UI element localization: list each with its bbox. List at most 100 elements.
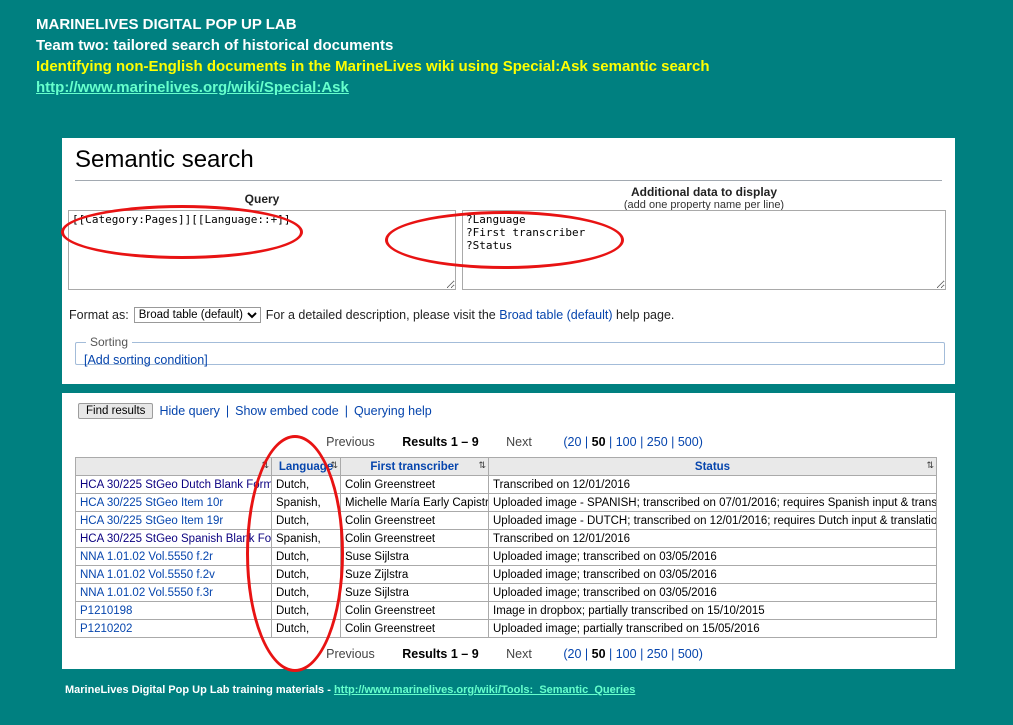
language-cell: Dutch, bbox=[272, 566, 341, 584]
page-link[interactable]: NNA 1.01.02 Vol.5550 f.2v bbox=[80, 569, 215, 581]
table-row: NNA 1.01.02 Vol.5550 f.2v Dutch, Suze Zi… bbox=[76, 566, 937, 584]
add-sorting-condition-link[interactable]: [Add sorting condition] bbox=[84, 353, 208, 367]
query-label: Query bbox=[68, 192, 456, 206]
pagination-top: Previous Results 1 – 9 Next (20 | 50 | 1… bbox=[62, 435, 955, 449]
results-table: ⇅ Language⇅ First transcriber ⇅ Status ⇅ H… bbox=[75, 457, 937, 638]
page-size-link[interactable]: 20 bbox=[568, 435, 582, 449]
sort-icon: ⇅ bbox=[926, 460, 934, 471]
status-cell: Uploaded image; transcribed on 03/05/201… bbox=[489, 584, 937, 602]
results-count: Results 1 – 9 bbox=[402, 435, 478, 449]
page-link[interactable]: HCA 30/225 StGeo Item 10r bbox=[80, 497, 223, 509]
page-link[interactable]: NNA 1.01.02 Vol.5550 f.3r bbox=[80, 587, 213, 599]
footer-text: MarineLives Digital Pop Up Lab training … bbox=[65, 684, 331, 696]
status-cell: Transcribed on 12/01/2016 bbox=[489, 530, 937, 548]
table-row: HCA 30/225 StGeo Item 19r Dutch, Colin G… bbox=[76, 512, 937, 530]
querying-help-link[interactable]: Querying help bbox=[354, 404, 432, 418]
page-cell: NNA 1.01.02 Vol.5550 f.2v bbox=[76, 566, 272, 584]
header-language[interactable]: Language⇅ bbox=[272, 458, 341, 476]
results-count: Results 1 – 9 bbox=[402, 647, 478, 661]
previous-label: Previous bbox=[326, 435, 375, 449]
semantic-search-panel: Semantic search Query Additional data to… bbox=[62, 138, 955, 384]
page-size-link[interactable]: 20 bbox=[568, 647, 582, 661]
footer-link[interactable]: http://www.marinelives.org/wiki/Tools:_S… bbox=[334, 684, 635, 696]
language-cell: Spanish, bbox=[272, 494, 341, 512]
header-first-transcriber[interactable]: First transcriber ⇅ bbox=[341, 458, 489, 476]
sort-icon: ⇅ bbox=[261, 460, 269, 471]
page-link[interactable]: NNA 1.01.02 Vol.5550 f.2r bbox=[80, 551, 213, 563]
additional-data-textarea[interactable]: ?Language ?First transcriber ?Status bbox=[462, 210, 946, 290]
transcriber-cell: Colin Greenstreet bbox=[341, 530, 489, 548]
page-size-link[interactable]: 250 bbox=[647, 435, 668, 449]
header-language-label: Language bbox=[279, 461, 333, 473]
sorting-legend: Sorting bbox=[86, 335, 132, 349]
status-cell: Transcribed on 12/01/2016 bbox=[489, 476, 937, 494]
transcriber-cell: Colin Greenstreet bbox=[341, 476, 489, 494]
page-link[interactable]: HCA 30/225 StGeo Item 19r bbox=[80, 515, 223, 527]
sort-icon: ⇅ bbox=[478, 460, 486, 471]
format-select[interactable]: Broad table (default) bbox=[134, 307, 261, 323]
format-help-link[interactable]: Broad table (default) bbox=[499, 308, 612, 322]
separator: | bbox=[345, 404, 348, 418]
slide-footer: MarineLives Digital Pop Up Lab training … bbox=[65, 684, 635, 696]
show-embed-code-link[interactable]: Show embed code bbox=[235, 404, 339, 418]
page-cell: HCA 30/225 StGeo Dutch Blank Form bbox=[76, 476, 272, 494]
page-cell: HCA 30/225 StGeo Item 10r bbox=[76, 494, 272, 512]
header-page[interactable]: ⇅ bbox=[76, 458, 272, 476]
hide-query-link[interactable]: Hide query bbox=[159, 404, 219, 418]
status-cell: Uploaded image - SPANISH; transcribed on… bbox=[489, 494, 937, 512]
special-ask-url-link[interactable]: http://www.marinelives.org/wiki/Special:… bbox=[36, 77, 349, 98]
slide-background: MARINELIVES DIGITAL POP UP LAB Team two:… bbox=[0, 0, 1013, 725]
language-cell: Dutch, bbox=[272, 584, 341, 602]
slide-title: MARINELIVES DIGITAL POP UP LAB bbox=[36, 14, 709, 35]
page-link[interactable]: P1210198 bbox=[80, 605, 132, 617]
results-toolbar: Find results Hide query | Show embed cod… bbox=[78, 403, 432, 419]
table-row: HCA 30/225 StGeo Item 10r Spanish, Miche… bbox=[76, 494, 937, 512]
sorting-fieldset: Sorting [Add sorting condition] bbox=[75, 335, 945, 365]
page-size-link[interactable]: 100 bbox=[616, 647, 637, 661]
table-row: P1210202 Dutch, Colin Greenstreet Upload… bbox=[76, 620, 937, 638]
page-size-link[interactable]: 100 bbox=[616, 435, 637, 449]
table-row: HCA 30/225 StGeo Spanish Blank Form Span… bbox=[76, 530, 937, 548]
page-link[interactable]: HCA 30/225 StGeo Spanish Blank Form bbox=[80, 533, 272, 545]
header-status-label: Status bbox=[695, 461, 730, 473]
format-desc-before: For a detailed description, please visit… bbox=[266, 308, 496, 322]
header-status[interactable]: Status ⇅ bbox=[489, 458, 937, 476]
status-cell: Uploaded image; transcribed on 03/05/201… bbox=[489, 548, 937, 566]
page-size-link[interactable]: 500 bbox=[678, 647, 699, 661]
page-cell: HCA 30/225 StGeo Spanish Blank Form bbox=[76, 530, 272, 548]
format-desc-after: help page. bbox=[616, 308, 674, 322]
transcriber-cell: Colin Greenstreet bbox=[341, 512, 489, 530]
page-size-link[interactable]: 250 bbox=[647, 647, 668, 661]
language-cell: Dutch, bbox=[272, 548, 341, 566]
transcriber-cell: Suse Sijlstra bbox=[341, 548, 489, 566]
status-cell: Uploaded image - DUTCH; transcribed on 1… bbox=[489, 512, 937, 530]
query-textarea[interactable]: [[Category:Pages]][[Language::+]] bbox=[68, 210, 456, 290]
page-size-current: 50 bbox=[592, 435, 606, 449]
language-cell: Dutch, bbox=[272, 602, 341, 620]
page-cell: NNA 1.01.02 Vol.5550 f.3r bbox=[76, 584, 272, 602]
find-results-button[interactable]: Find results bbox=[78, 403, 153, 419]
results-table-body: HCA 30/225 StGeo Dutch Blank Form Dutch,… bbox=[76, 476, 937, 638]
page-cell: P1210198 bbox=[76, 602, 272, 620]
page-size-options: (20 | 50 | 100 | 250 | 500) bbox=[563, 647, 703, 661]
language-cell: Dutch, bbox=[272, 476, 341, 494]
slide-topic: Identifying non-English documents in the… bbox=[36, 56, 709, 77]
header-first-transcriber-label: First transcriber bbox=[370, 461, 458, 473]
transcriber-cell: Michelle María Early Capistrán bbox=[341, 494, 489, 512]
slide-subtitle: Team two: tailored search of historical … bbox=[36, 35, 709, 56]
page-link[interactable]: P1210202 bbox=[80, 623, 132, 635]
format-description: For a detailed description, please visit… bbox=[266, 308, 675, 322]
page-size-link[interactable]: 500 bbox=[678, 435, 699, 449]
language-cell: Dutch, bbox=[272, 620, 341, 638]
page-link[interactable]: HCA 30/225 StGeo Dutch Blank Form bbox=[80, 479, 272, 491]
format-row: Format as: Broad table (default) For a d… bbox=[69, 307, 674, 323]
table-row: HCA 30/225 StGeo Dutch Blank Form Dutch,… bbox=[76, 476, 937, 494]
page-cell: HCA 30/225 StGeo Item 19r bbox=[76, 512, 272, 530]
previous-label: Previous bbox=[326, 647, 375, 661]
status-cell: Uploaded image; partially transcribed on… bbox=[489, 620, 937, 638]
next-label: Next bbox=[506, 647, 532, 661]
status-cell: Uploaded image; transcribed on 03/05/201… bbox=[489, 566, 937, 584]
results-panel: Find results Hide query | Show embed cod… bbox=[62, 393, 955, 669]
transcriber-cell: Suze Zijlstra bbox=[341, 566, 489, 584]
transcriber-cell: Suze Sijlstra bbox=[341, 584, 489, 602]
